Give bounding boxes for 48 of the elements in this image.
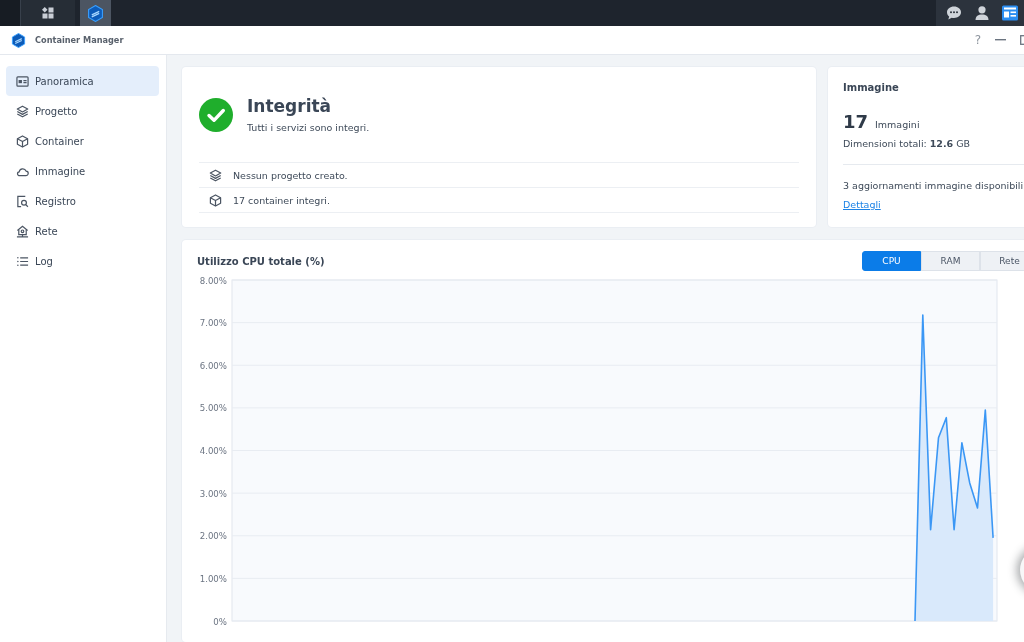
apps-grid-icon: [42, 7, 54, 19]
cube-icon: [16, 134, 29, 148]
document-search-icon: [16, 194, 29, 208]
chart-title: Utilizzo CPU totale (%): [197, 255, 325, 267]
sidebar-item[interactable]: Log: [6, 246, 159, 276]
health-subtitle: Tutti i servizi sono integri.: [247, 122, 370, 133]
layers-icon: [16, 104, 29, 118]
hexagon-logo-icon: [87, 4, 104, 22]
y-tick-label: 6.00%: [199, 360, 227, 371]
details-link[interactable]: Dettagli: [843, 198, 881, 212]
sidebar-item[interactable]: Container: [6, 126, 159, 156]
sidebar-item[interactable]: Panoramica: [6, 66, 159, 96]
health-item-text: 17 container integri.: [233, 194, 330, 206]
image-count: 17: [843, 111, 869, 132]
image-count-unit: Immagini: [875, 119, 920, 130]
sidebar-item[interactable]: Registro: [6, 186, 159, 216]
sidebar-item[interactable]: Progetto: [6, 96, 159, 126]
cube-icon: [209, 193, 222, 207]
window-title: Container Manager: [35, 35, 124, 45]
hexagon-logo-icon: [11, 32, 26, 48]
chat-bubble-icon[interactable]: [946, 5, 962, 21]
y-tick-label: 4.00%: [199, 446, 227, 456]
sidebar-item[interactable]: Immagine: [6, 156, 159, 186]
health-item-text: Nessun progetto creato.: [233, 169, 348, 181]
total-size-text: Dimensioni totali: 12.6 GB: [843, 137, 972, 151]
y-tick-label: 0%: [213, 616, 227, 627]
layers-icon: [209, 168, 222, 182]
list-icon: [16, 254, 29, 268]
widgets-icon[interactable]: [1002, 5, 1018, 21]
minimize-icon[interactable]: [995, 39, 1006, 41]
panel-icon: [16, 74, 29, 88]
card-title: Immagine: [843, 81, 900, 95]
y-tick-label: 5.00%: [199, 403, 227, 414]
chart-tab[interactable]: CPU: [862, 251, 921, 271]
y-tick-label: 7.00%: [199, 318, 227, 329]
health-title: Integrità: [247, 96, 333, 117]
main-menu-button[interactable]: [20, 0, 75, 26]
house-icon: [16, 224, 29, 238]
sidebar-item[interactable]: Rete: [6, 216, 159, 246]
taskbar-edge-panel: [0, 0, 20, 26]
user-icon[interactable]: [974, 5, 990, 21]
chart-tab[interactable]: Rete: [980, 251, 1024, 271]
chart-tab[interactable]: RAM: [921, 251, 980, 271]
taskbar-app-button[interactable]: [80, 0, 111, 26]
y-tick-label: 2.00%: [199, 531, 227, 542]
y-tick-label: 8.00%: [199, 275, 227, 286]
y-tick-label: 1.00%: [199, 573, 227, 584]
y-tick-label: 3.00%: [199, 488, 227, 499]
